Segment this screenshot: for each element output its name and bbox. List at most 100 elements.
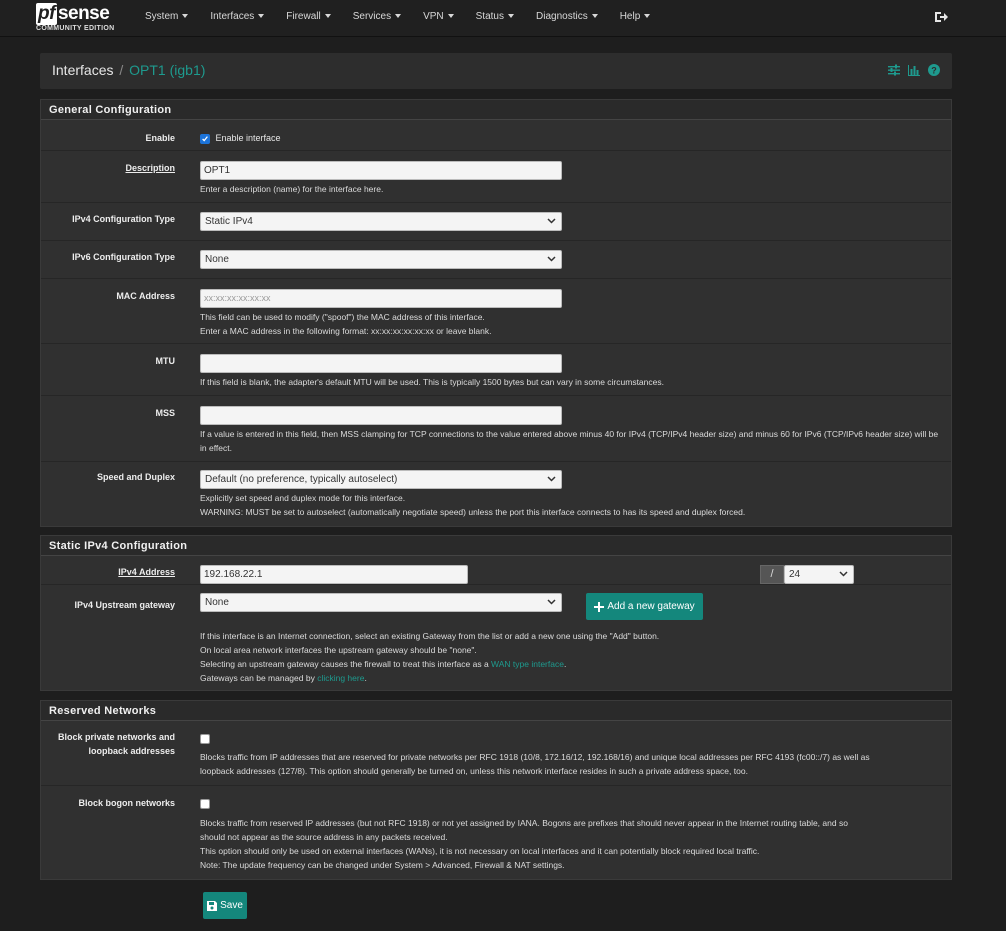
mtu-input[interactable] [200, 354, 562, 373]
mss-input[interactable] [200, 406, 562, 425]
breadcrumb-separator: / [119, 62, 124, 78]
description-input[interactable]: OPT1 [200, 161, 562, 180]
block-private-help-2: loopback addresses (127/8). This option … [200, 766, 748, 776]
speed-duplex-help-1: Explicitly set speed and duplex mode for… [200, 493, 406, 503]
bar-chart-icon[interactable] [908, 64, 920, 76]
block-bogon-help-4: Note: The update frequency can be change… [200, 860, 565, 870]
block-private-label: Block private networks and loopback addr… [57, 732, 175, 756]
nav-help[interactable]: Help [609, 0, 662, 36]
speed-duplex-select[interactable]: Default (no preference, typically autose… [200, 470, 562, 489]
save-icon [207, 900, 218, 911]
mac-address-help-1: This field can be used to modify ("spoof… [200, 312, 485, 322]
plus-icon [594, 601, 605, 612]
save-button[interactable]: Save [203, 892, 247, 919]
gateway-help-4: Gateways can be managed by clicking here… [200, 673, 367, 683]
breadcrumb-interfaces[interactable]: Interfaces [52, 62, 113, 78]
description-help: Enter a description (name) for the inter… [200, 184, 384, 194]
panel-title: Static IPv4 Configuration [41, 536, 951, 556]
mss-row: MSS If a value is entered in this field,… [41, 396, 951, 462]
ipv6-type-select[interactable]: None [200, 250, 562, 269]
sign-out-icon[interactable] [934, 10, 948, 24]
chevron-down-icon [547, 256, 556, 262]
nav-diagnostics[interactable]: Diagnostics [525, 0, 609, 36]
static-ipv4-panel: Static IPv4 Configuration IPv4 Address 1… [40, 535, 952, 691]
block-bogon-label: Block bogon networks [78, 798, 175, 808]
mtu-label: MTU [155, 356, 176, 366]
mss-help: If a value is entered in this field, the… [200, 429, 939, 453]
ipv4-type-select[interactable]: Static IPv4 [200, 212, 562, 231]
ipv4-gateway-label: IPv4 Upstream gateway [74, 600, 175, 610]
caret-down-icon [324, 14, 331, 19]
ipv4-type-label: IPv4 Configuration Type [72, 214, 175, 224]
block-bogon-row: Block bogon networks Blocks traffic from… [41, 786, 951, 879]
gateway-help-1: If this interface is an Internet connect… [200, 631, 660, 641]
nav-firewall[interactable]: Firewall [275, 0, 341, 36]
ipv6-type-row: IPv6 Configuration Type None [41, 241, 951, 279]
block-private-checkbox[interactable] [200, 734, 210, 745]
ipv4-address-label[interactable]: IPv4 Address [25, 565, 175, 579]
reserved-networks-panel: Reserved Networks Block private networks… [40, 700, 952, 880]
mac-address-input[interactable]: xx:xx:xx:xx:xx:xx [200, 289, 562, 308]
ipv4-gateway-select[interactable]: None [200, 593, 562, 612]
cidr-select[interactable]: 24 [784, 565, 854, 584]
help-circle-icon[interactable]: ? [928, 64, 940, 76]
description-row: Description OPT1 Enter a description (na… [41, 151, 951, 203]
mac-address-help-2: Enter a MAC address in the following for… [200, 326, 492, 336]
chevron-down-icon [547, 476, 556, 482]
panel-title: Reserved Networks [41, 701, 951, 721]
general-configuration-panel: General Configuration Enable Enable inte… [40, 99, 952, 527]
speed-duplex-label: Speed and Duplex [96, 472, 175, 482]
block-private-row: Block private networks and loopback addr… [41, 721, 951, 786]
speed-duplex-row: Speed and Duplex Default (no preference,… [41, 462, 951, 526]
breadcrumb: Interfaces / OPT1 (igb1) [52, 62, 205, 78]
caret-down-icon [508, 14, 514, 19]
gateways-clicking-here-link[interactable]: clicking here [317, 673, 364, 683]
gateway-help-2: On local area network interfaces the ups… [200, 645, 477, 655]
sliders-icon[interactable] [888, 64, 900, 76]
cidr-slash: / [760, 565, 784, 584]
block-bogon-help-2: should not appear as the source address … [200, 832, 448, 842]
mss-label: MSS [155, 408, 175, 418]
pfsense-logo[interactable]: pf sense COMMUNITY EDITION [36, 3, 124, 34]
enable-label: Enable [145, 133, 175, 143]
top-navbar: pf sense COMMUNITY EDITION System Interfa… [0, 0, 1006, 37]
description-label[interactable]: Description [25, 161, 175, 175]
caret-down-icon [447, 14, 454, 19]
nav-vpn[interactable]: VPN [412, 0, 465, 36]
block-private-help-1: Blocks traffic from IP addresses that ar… [200, 752, 870, 762]
caret-down-icon [591, 14, 598, 19]
logo-text: sense [57, 3, 110, 24]
page-header: Interfaces / OPT1 (igb1) ? [40, 53, 952, 89]
caret-down-icon [644, 14, 651, 19]
breadcrumb-current: OPT1 (igb1) [129, 62, 206, 78]
caret-down-icon [182, 14, 189, 19]
chevron-down-icon [547, 599, 556, 605]
caret-down-icon [258, 14, 265, 19]
ipv4-address-row: IPv4 Address 192.168.22.1 / 24 [41, 556, 951, 585]
wan-type-interface-link[interactable]: WAN type interface [491, 659, 564, 669]
chevron-down-icon [547, 218, 556, 224]
nav-interfaces[interactable]: Interfaces [199, 0, 275, 36]
nav-services[interactable]: Services [342, 0, 412, 36]
block-bogon-help-3: This option should only be used on exter… [200, 846, 760, 856]
mtu-row: MTU If this field is blank, the adapter'… [41, 344, 951, 396]
chevron-down-icon [839, 571, 848, 577]
block-bogon-checkbox[interactable] [200, 799, 210, 810]
enable-text: Enable interface [215, 133, 281, 143]
panel-title: General Configuration [41, 100, 951, 120]
logo-pf: pf [36, 3, 57, 25]
ipv4-type-row: IPv4 Configuration Type Static IPv4 [41, 203, 951, 241]
main-menu: System Interfaces Firewall Services VPN … [134, 0, 661, 36]
enable-checkbox[interactable] [200, 133, 210, 144]
speed-duplex-help-2: WARNING: MUST be set to autoselect (auto… [200, 507, 746, 517]
nav-status[interactable]: Status [465, 0, 525, 36]
enable-row: Enable Enable interface [41, 120, 951, 151]
mtu-help: If this field is blank, the adapter's de… [200, 377, 664, 387]
caret-down-icon [395, 14, 402, 19]
gateway-help-3: Selecting an upstream gateway causes the… [200, 659, 567, 669]
nav-system[interactable]: System [134, 0, 199, 36]
mac-address-row: MAC Address xx:xx:xx:xx:xx:xx This field… [41, 279, 951, 344]
logo-edition: COMMUNITY EDITION [36, 25, 115, 32]
add-gateway-button[interactable]: Add a new gateway [586, 593, 703, 620]
ipv4-address-input[interactable]: 192.168.22.1 [200, 565, 468, 584]
